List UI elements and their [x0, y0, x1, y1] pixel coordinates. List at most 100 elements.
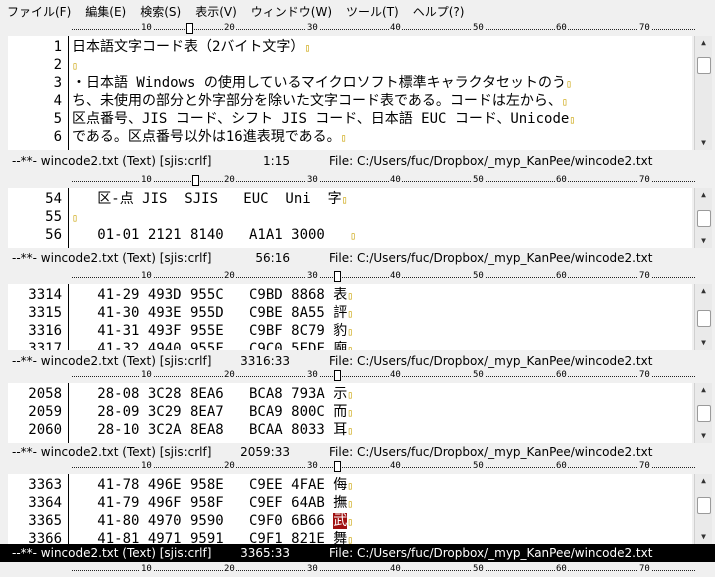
- text-line[interactable]: 2060 28-10 3C2A 8EA8 BCAA 8033 耳▯: [8, 421, 692, 439]
- line-content: 41-80 4970 9590 C9F0 6B66: [72, 513, 334, 529]
- line-number: 2060: [28, 422, 62, 438]
- vertical-scrollbar[interactable]: ▲ ▼: [694, 383, 712, 443]
- mode-line-pos: 1:15: [263, 154, 290, 168]
- line-number: 6: [53, 129, 62, 145]
- line-text: 41-81 4971 9591 C9F1 821E 舞▯: [72, 530, 353, 544]
- menu-item-1[interactable]: 編集(E): [78, 3, 133, 20]
- ruler-label: 10: [140, 270, 153, 282]
- text-line[interactable]: 2059 28-09 3C29 8EA7 BCA9 800C 而▯: [8, 403, 692, 421]
- line-text: である。区点番号以外は16進表現である。▯: [72, 128, 347, 148]
- text-line[interactable]: 3364 41-79 496F 958F C9EF 64AB 撫▯: [8, 494, 692, 512]
- text-line[interactable]: 3316 41-31 493F 955E C9BF 8C79 豹▯: [8, 322, 692, 340]
- scroll-up-arrow-icon[interactable]: ▲: [695, 383, 712, 397]
- text-editor[interactable]: 3314 41-29 493D 955C C9BD 8868 表▯ 3315 41…: [8, 284, 692, 350]
- vertical-scrollbar[interactable]: ▲ ▼: [694, 188, 712, 248]
- menu-item-6[interactable]: ヘルプ(?): [406, 3, 472, 20]
- ruler-label: 10: [140, 22, 153, 34]
- text-line[interactable]: 3365 41-80 4970 9590 C9F0 6B66 武▯: [8, 512, 692, 530]
- scrollbar-thumb[interactable]: [697, 57, 711, 74]
- scrollbar-thumb[interactable]: [697, 210, 711, 227]
- ruler-label: 10: [140, 563, 153, 575]
- ruler-dots: [72, 570, 695, 572]
- text-line[interactable]: 3 ・日本語 Windows の使用しているマイクロソフト標準キャラクタセットのう…: [8, 74, 692, 92]
- line-content: 41-31 493F 955E C9BF 8C79 豹: [72, 323, 348, 339]
- text-editor[interactable]: 2058 28-08 3C28 8EA6 BCA8 793A 示▯ 2059 28…: [8, 383, 692, 443]
- text-line[interactable]: 3366 41-81 4971 9591 C9F1 821E 舞▯: [8, 530, 692, 544]
- line-text: 41-32 4940 955F C9C0 5EDF 廟▯: [72, 340, 353, 350]
- ruler-label: 30: [306, 22, 319, 34]
- newline-mark-icon: ▯: [341, 195, 348, 206]
- ruler-label: 50: [472, 460, 485, 472]
- ruler-label: 50: [472, 22, 485, 34]
- text-editor[interactable]: 54 区-点 JIS SJIS EUC Uni 字▯ 55 ▯ 56 01-01 21…: [8, 188, 692, 248]
- scrollbar-thumb[interactable]: [697, 310, 711, 327]
- vertical-scrollbar[interactable]: ▲ ▼: [694, 284, 712, 350]
- line-text: 28-08 3C28 8EA6 BCA8 793A 示▯: [72, 385, 353, 405]
- text-line[interactable]: 3363 41-78 496E 958E C9EE 4FAE 侮▯: [8, 476, 692, 494]
- mode-line-file: File: C:/Users/fuc/Dropbox/_myp_KanPee/w…: [329, 154, 653, 168]
- line-number: 3316: [28, 323, 62, 339]
- line-number: 3: [53, 75, 62, 91]
- text-line[interactable]: 54 区-点 JIS SJIS EUC Uni 字▯: [8, 190, 692, 208]
- line-text: 41-79 496F 958F C9EF 64AB 撫▯: [72, 494, 353, 514]
- line-content: 41-78 496E 958E C9EE 4FAE 侮: [72, 477, 348, 493]
- scroll-down-arrow-icon[interactable]: ▼: [695, 136, 712, 150]
- line-text: 41-30 493E 955D C9BE 8A55 評▯: [72, 304, 353, 324]
- scroll-up-arrow-icon[interactable]: ▲: [695, 284, 712, 298]
- mode-line: --**- wincode2.txt (Text) [sjis:crlf] 336…: [0, 544, 715, 562]
- line-content: 41-79 496F 958F C9EF 64AB 撫: [72, 495, 348, 511]
- ruler-label: 10: [140, 460, 153, 472]
- mode-line-pos: 56:16: [255, 251, 290, 265]
- scroll-up-arrow-icon[interactable]: ▲: [695, 188, 712, 202]
- menu-item-3[interactable]: 表示(V): [188, 3, 244, 20]
- scroll-down-arrow-icon[interactable]: ▼: [695, 234, 712, 248]
- scroll-down-arrow-icon[interactable]: ▼: [695, 530, 712, 544]
- menu-item-4[interactable]: ウィンドウ(W): [244, 3, 339, 20]
- text-editor[interactable]: 3363 41-78 496E 958E C9EE 4FAE 侮▯ 3364 41…: [8, 474, 692, 544]
- ruler-dots: [72, 467, 695, 469]
- mode-line-mode: --**- wincode2.txt (Text) [sjis:crlf]: [12, 445, 212, 459]
- newline-mark-icon: ▯: [347, 481, 354, 492]
- ruler-dots: [72, 181, 695, 183]
- scroll-down-arrow-icon[interactable]: ▼: [695, 336, 712, 350]
- menu-item-2[interactable]: 検索(S): [133, 3, 188, 20]
- text-line[interactable]: 3317 41-32 4940 955F C9C0 5EDF 廟▯: [8, 340, 692, 350]
- vertical-scrollbar[interactable]: ▲ ▼: [694, 474, 712, 544]
- ruler-label: 20: [223, 369, 236, 381]
- ruler-label: 50: [472, 369, 485, 381]
- scrollbar-thumb[interactable]: [697, 497, 711, 514]
- text-line[interactable]: 3315 41-30 493E 955D C9BE 8A55 評▯: [8, 304, 692, 322]
- ruler-label: 70: [638, 460, 651, 472]
- scrollbar-thumb[interactable]: [697, 405, 711, 422]
- line-text: 41-78 496E 958E C9EE 4FAE 侮▯: [72, 476, 353, 496]
- text-line[interactable]: 5 区点番号、JIS コード、シフト JIS コード、日本語 EUC コード、Un…: [8, 110, 692, 128]
- column-ruler: 10 20 30 40 50 60 70: [0, 460, 715, 474]
- line-text: 41-29 493D 955C C9BD 8868 表▯: [72, 286, 353, 306]
- column-ruler: 10 20 30 40 50 60 70: [0, 174, 715, 188]
- text-line[interactable]: 2058 28-08 3C28 8EA6 BCA8 793A 示▯: [8, 385, 692, 403]
- text-line[interactable]: 6 である。区点番号以外は16進表現である。▯: [8, 128, 692, 146]
- line-content: ・日本語 Windows の使用しているマイクロソフト標準キャラクタセットのう: [72, 75, 567, 91]
- mode-line-file: File: C:/Users/fuc/Dropbox/_myp_KanPee/w…: [329, 251, 653, 265]
- line-number: 3363: [28, 477, 62, 493]
- text-line[interactable]: 3314 41-29 493D 955C C9BD 8868 表▯: [8, 286, 692, 304]
- line-text: ち、未使用の部分と外字部分を除いた文字コード表である。コードは左から、▯: [72, 92, 568, 112]
- menu-item-5[interactable]: ツール(T): [339, 3, 406, 20]
- line-content: ち、未使用の部分と外字部分を除いた文字コード表である。コードは左から、: [72, 93, 562, 109]
- newline-mark-icon: ▯: [347, 327, 354, 338]
- scroll-up-arrow-icon[interactable]: ▲: [695, 36, 712, 50]
- mode-line-pos: 2059:33: [240, 445, 290, 459]
- text-line[interactable]: 1 日本語文字コード表（2バイト文字）▯: [8, 38, 692, 56]
- ruler-label: 40: [389, 460, 402, 472]
- ruler-cursor-marker: [186, 23, 193, 34]
- text-line[interactable]: 56 01-01 2121 8140 A1A1 3000 ▯: [8, 226, 692, 244]
- scroll-up-arrow-icon[interactable]: ▲: [695, 474, 712, 488]
- line-text: 日本語文字コード表（2バイト文字）▯: [72, 38, 310, 58]
- text-line[interactable]: 2 ▯: [8, 56, 692, 74]
- vertical-scrollbar[interactable]: ▲ ▼: [694, 36, 712, 150]
- text-line[interactable]: 4 ち、未使用の部分と外字部分を除いた文字コード表である。コードは左から、▯: [8, 92, 692, 110]
- scroll-down-arrow-icon[interactable]: ▼: [695, 429, 712, 443]
- text-editor[interactable]: 1 日本語文字コード表（2バイト文字）▯ 2 ▯ 3 ・日本語 Windows の使用して…: [8, 36, 692, 150]
- menu-item-0[interactable]: ファイル(F): [0, 3, 78, 20]
- text-line[interactable]: 55 ▯: [8, 208, 692, 226]
